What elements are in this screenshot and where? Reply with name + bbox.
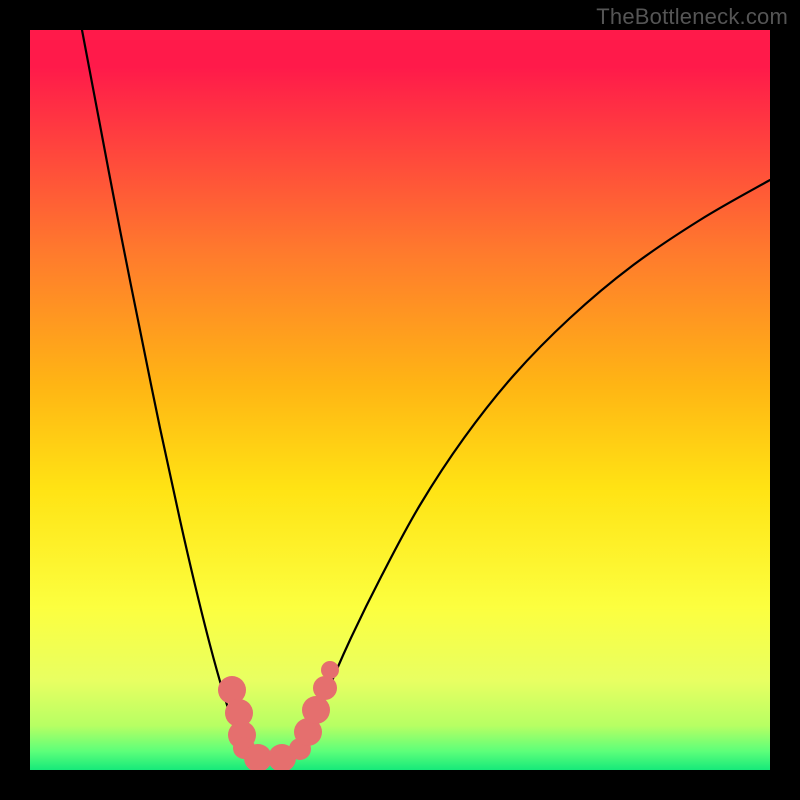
bottleneck-curve-chart (30, 30, 770, 770)
curve-marker (321, 661, 339, 679)
heat-gradient-background (30, 30, 770, 770)
curve-marker (302, 696, 330, 724)
attribution-watermark: TheBottleneck.com (596, 4, 788, 30)
chart-frame (30, 30, 770, 770)
curve-marker (313, 676, 337, 700)
